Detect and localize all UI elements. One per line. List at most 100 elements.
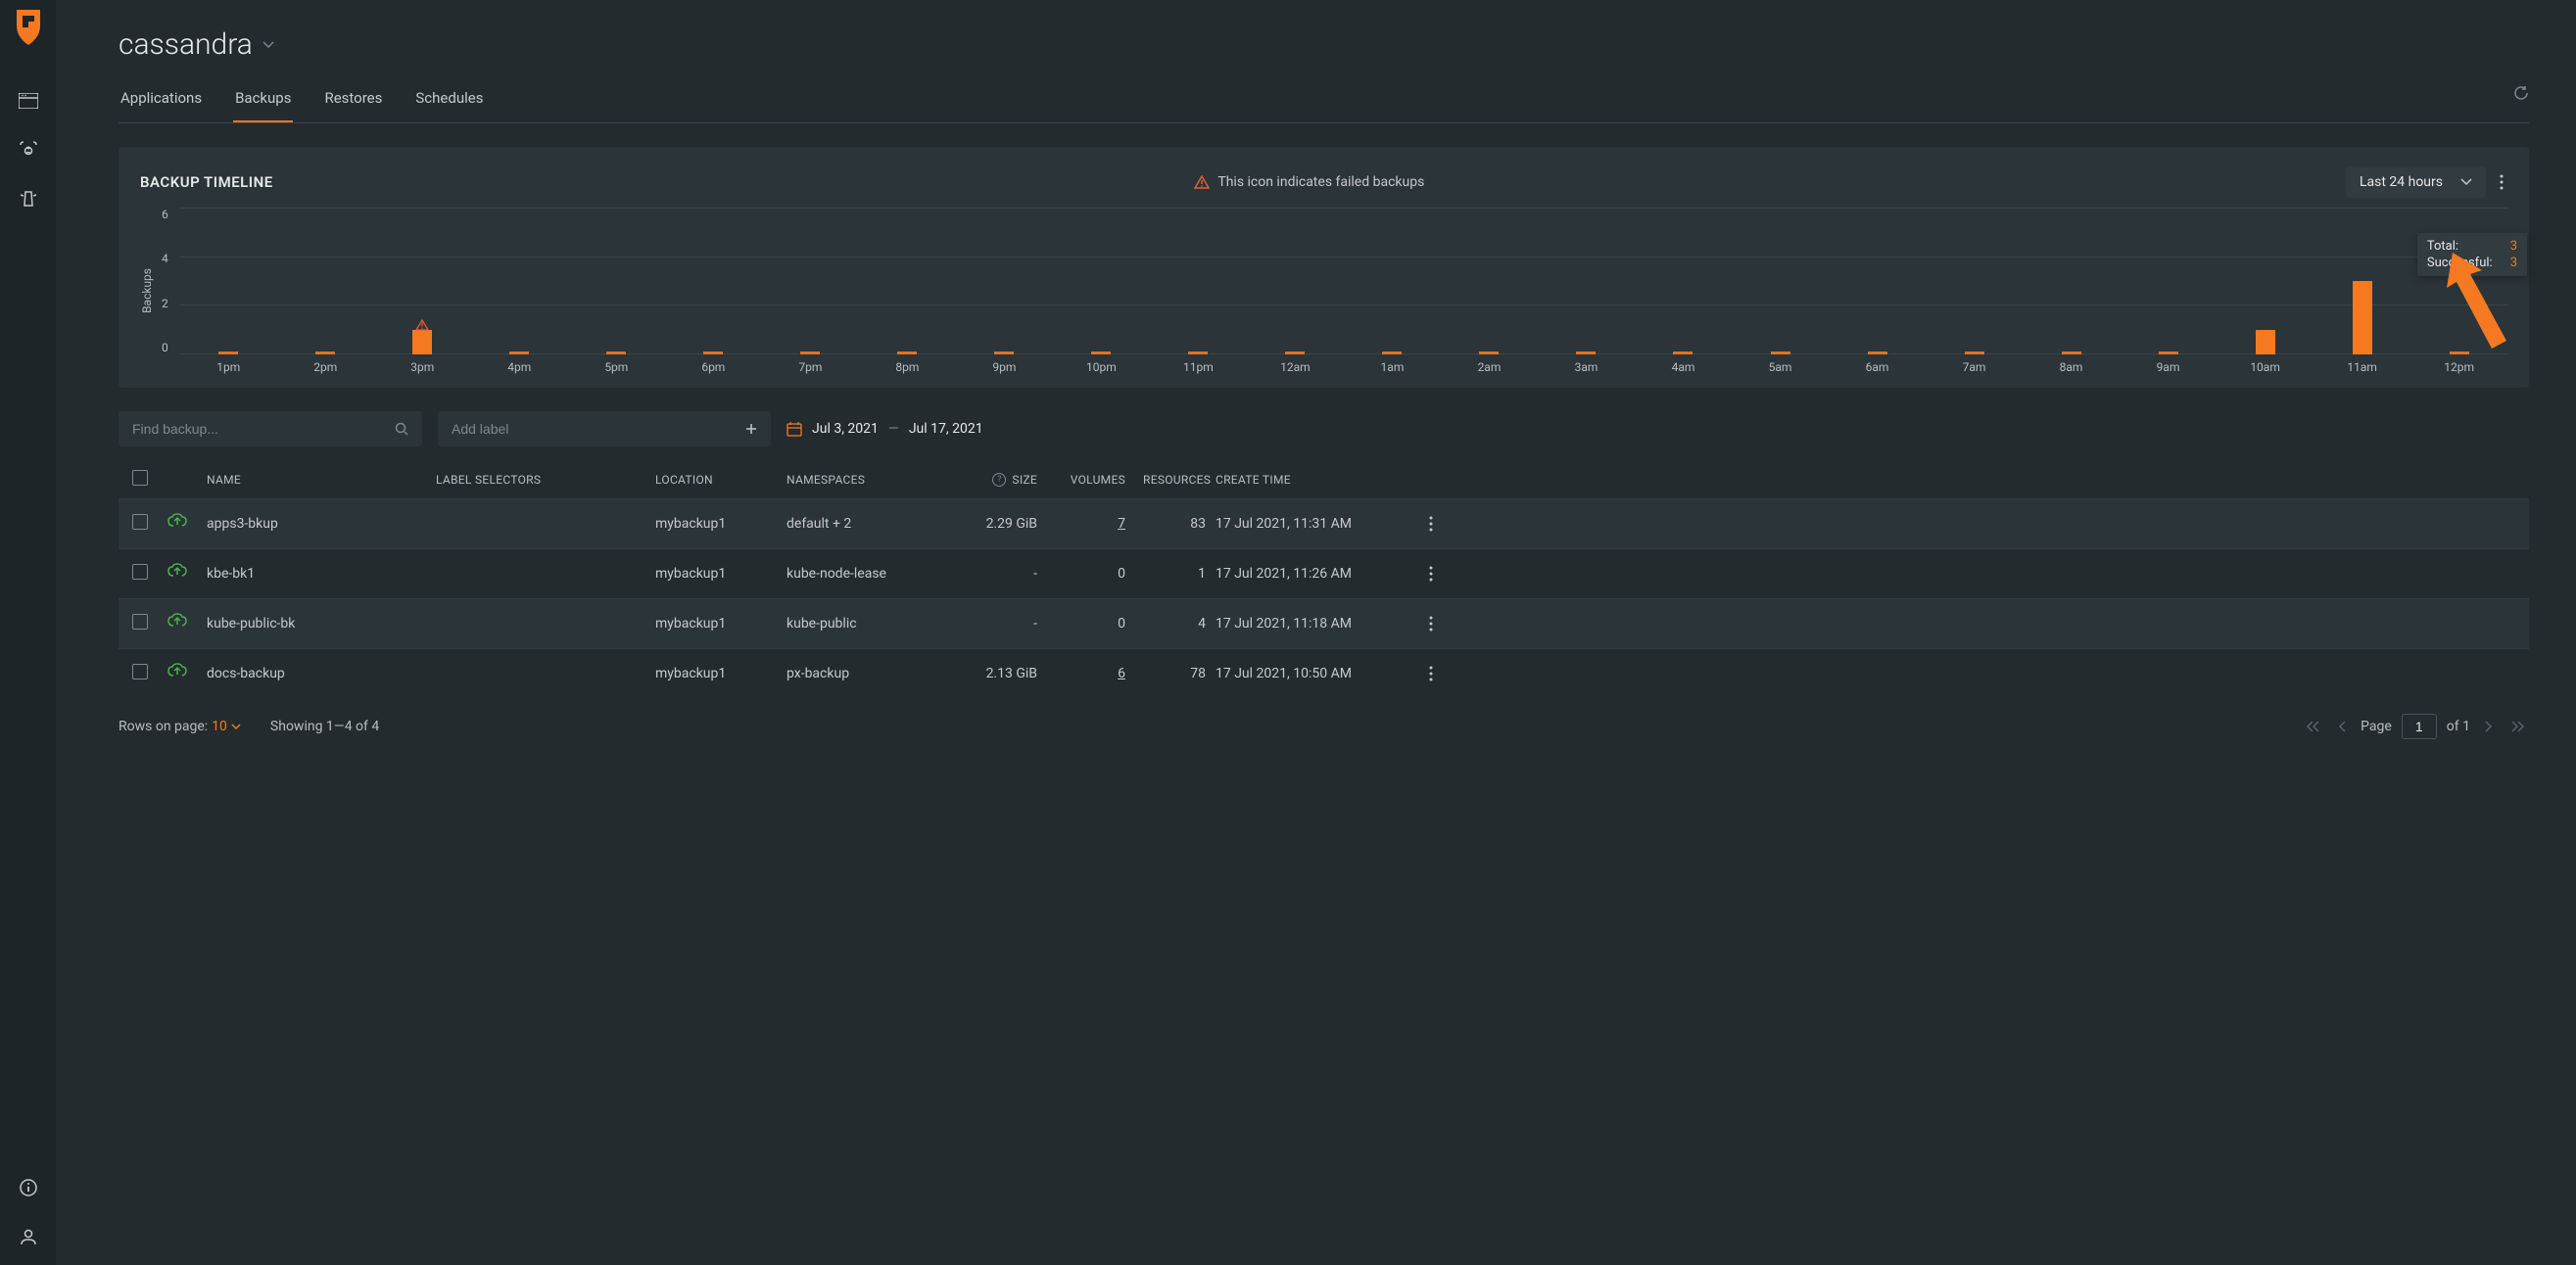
tab-backups[interactable]: Backups [233,79,293,122]
header-resources[interactable]: RESOURCES [1143,473,1216,487]
showing-text: Showing 1—4 of 4 [270,719,379,734]
tab-restores[interactable]: Restores [322,79,384,122]
status-success-icon [167,663,189,680]
bar-slot[interactable] [1829,209,1926,354]
logo[interactable] [13,8,44,47]
bar-slot[interactable] [1344,209,1441,354]
tab-schedules[interactable]: Schedules [413,79,485,122]
header-size[interactable]: ? SIZE [953,473,1055,487]
lighthouse-icon[interactable] [18,188,39,210]
bar-slot[interactable] [859,209,956,354]
bar-slot[interactable] [277,209,374,354]
failed-backups-note: This icon indicates failed backups [1194,174,1424,190]
help-icon[interactable]: ? [992,473,1006,487]
header-location[interactable]: LOCATION [655,473,787,487]
last-page-button[interactable] [2507,717,2529,736]
rows-per-page[interactable]: Rows on page: 10 [119,719,241,734]
cell-name[interactable]: docs-backup [207,666,436,681]
bar-slot[interactable] [568,209,665,354]
row-more-icon[interactable] [1429,666,2515,681]
cell-resources: 83 [1143,516,1216,532]
tooltip-total-label: Total: [2427,239,2458,254]
bar-slot[interactable] [1732,209,1829,354]
cell-resources: 4 [1143,616,1216,632]
bar-slot[interactable] [180,209,277,354]
table-row: kbe-bk1mybackup1kube-node-lease-0117 Jul… [119,548,2529,598]
search-icon[interactable] [395,422,408,436]
bar-slot[interactable] [1538,209,1635,354]
first-page-button[interactable] [2302,717,2323,736]
header-namespaces[interactable]: NAMESPACES [787,473,953,487]
cell-time: 17 Jul 2021, 10:50 AM [1216,666,1429,681]
row-checkbox[interactable] [132,564,148,580]
chevron-down-icon [2460,178,2472,186]
bar-slot[interactable] [1247,209,1344,354]
cell-volumes[interactable]: 6 [1055,666,1143,681]
bar-slot[interactable] [471,209,568,354]
status-success-icon [167,613,189,631]
bar-slot[interactable] [2217,209,2314,354]
time-range-select[interactable]: Last 24 hours [2346,166,2486,198]
info-icon[interactable] [18,1177,39,1198]
of-label: of 1 [2447,719,2470,734]
next-page-button[interactable] [2480,717,2498,736]
row-more-icon[interactable] [1429,516,2515,532]
bar-slot[interactable] [1635,209,1732,354]
chart-tooltip: Total: 3 Successful: 3 [2417,233,2527,276]
row-checkbox[interactable] [132,514,148,530]
user-icon[interactable] [18,1226,39,1247]
bar-slot[interactable] [1150,209,1247,354]
header-create-time[interactable]: CREATE TIME [1216,473,1429,487]
table-row: apps3-bkupmybackup1default + 22.29 GiB78… [119,498,2529,548]
bar-slot[interactable] [1441,209,1538,354]
title-dropdown-icon[interactable] [262,41,274,49]
panel-more-icon[interactable] [2496,170,2507,194]
add-label-input[interactable] [452,421,745,437]
timeline-chart: Backups 6420 1pm2pm3pm4pm5pm6pm7pm8pm9pm… [140,208,2507,374]
table-row: kube-public-bkmybackup1kube-public-0417 … [119,598,2529,648]
plus-icon[interactable] [745,423,757,435]
cell-volumes[interactable]: 7 [1055,516,1143,532]
tabs: Applications Backups Restores Schedules [119,79,2529,123]
refresh-icon[interactable] [2513,85,2529,101]
page-input[interactable] [2402,714,2437,739]
date-dash: — [888,421,899,437]
header-labels[interactable]: LABEL SELECTORS [436,473,655,487]
bar-slot[interactable] [762,209,859,354]
cell-resources: 1 [1143,566,1216,582]
cluster-icon[interactable] [18,139,39,161]
select-all-checkbox[interactable] [132,470,148,486]
bar-slot[interactable] [2410,209,2507,354]
cell-size: 2.29 GiB [953,516,1055,532]
page-title: cassandra [119,27,253,62]
cell-name[interactable]: kbe-bk1 [207,566,436,582]
header-volumes[interactable]: VOLUMES [1055,473,1143,487]
header-name[interactable]: NAME [207,473,436,487]
tab-applications[interactable]: Applications [119,79,204,122]
row-more-icon[interactable] [1429,616,2515,632]
tooltip-success-label: Successful: [2427,256,2493,270]
bar-slot[interactable] [956,209,1053,354]
search-input-wrapper [119,411,422,446]
bar-slot[interactable] [374,209,471,354]
dashboard-icon[interactable] [18,90,39,112]
cell-volumes: 0 [1055,566,1143,582]
row-more-icon[interactable] [1429,566,2515,582]
bar-slot[interactable] [665,209,762,354]
bar-slot[interactable] [2023,209,2120,354]
row-checkbox[interactable] [132,664,148,679]
bar-slot[interactable] [1926,209,2023,354]
search-input[interactable] [132,421,395,437]
cell-name[interactable]: kube-public-bk [207,616,436,632]
bar-slot[interactable] [2120,209,2217,354]
page-label: Page [2361,719,2392,734]
cell-resources: 78 [1143,666,1216,681]
prev-page-button[interactable] [2333,717,2351,736]
cell-namespaces: kube-public [787,616,953,632]
bar-slot[interactable] [2314,209,2410,354]
cell-name[interactable]: apps3-bkup [207,516,436,532]
date-range[interactable]: Jul 3, 2021 — Jul 17, 2021 [787,421,983,437]
row-checkbox[interactable] [132,614,148,630]
backups-table: NAME LABEL SELECTORS LOCATION NAMESPACES… [119,460,2529,698]
bar-slot[interactable] [1053,209,1150,354]
